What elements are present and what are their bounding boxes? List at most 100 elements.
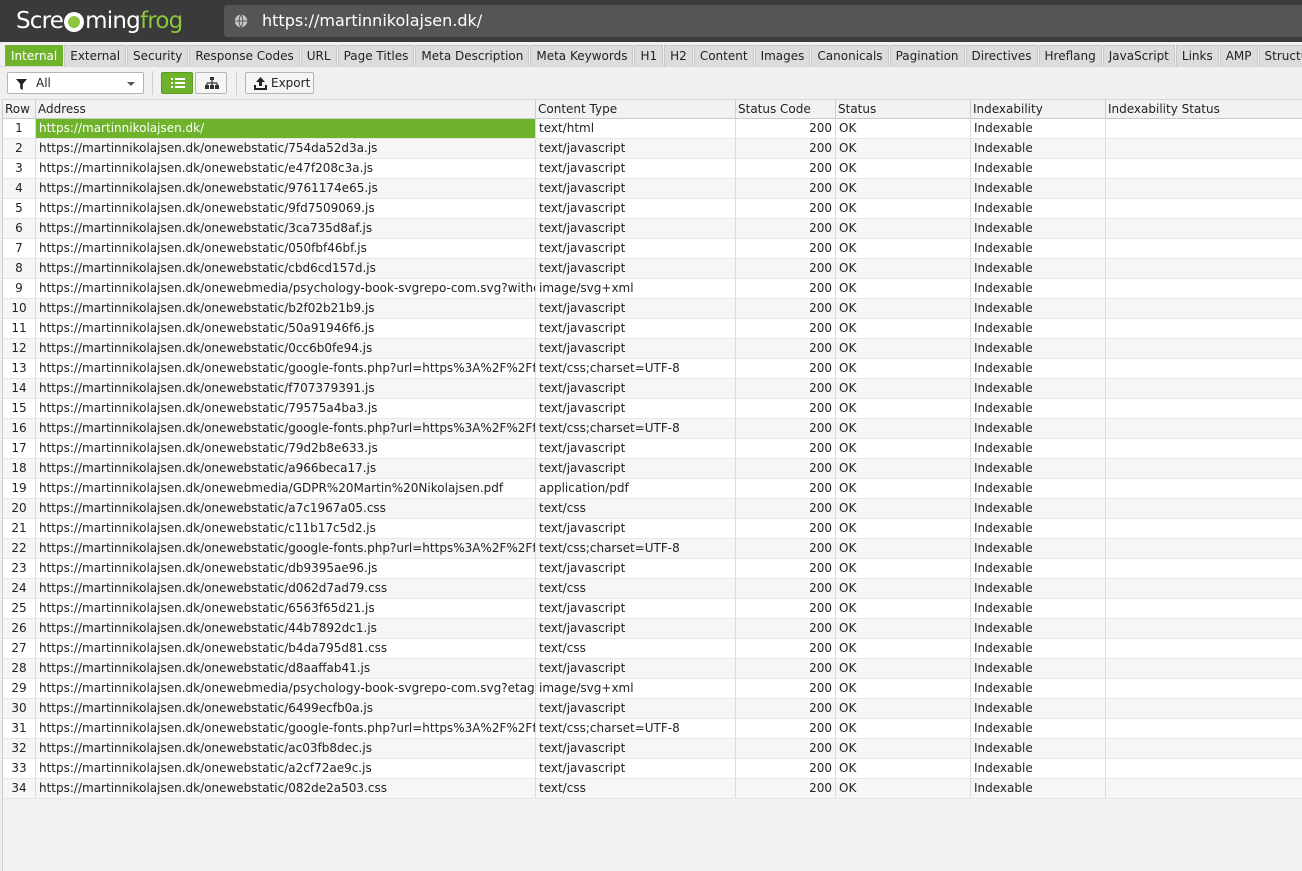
table-row[interactable]: 28 https://martinnikolajsen.dk/onewebstat… bbox=[3, 659, 1302, 679]
table-row[interactable]: 4 https://martinnikolajsen.dk/onewebstati… bbox=[3, 179, 1302, 199]
tab-hreflang[interactable]: Hreflang bbox=[1038, 45, 1102, 66]
table-row[interactable]: 16 https://martinnikolajsen.dk/onewebstat… bbox=[3, 419, 1302, 439]
table-row[interactable]: 26 https://martinnikolajsen.dk/onewebstat… bbox=[3, 619, 1302, 639]
table-row[interactable]: 1 https://martinnikolajsen.dk/text/html 20… bbox=[3, 119, 1302, 139]
address-cell[interactable]: https://martinnikolajsen.dk/onewebstatic… bbox=[36, 219, 536, 238]
address-cell[interactable]: https://martinnikolajsen.dk/onewebstatic… bbox=[36, 699, 536, 718]
address-cell[interactable]: https://martinnikolajsen.dk/onewebstatic… bbox=[36, 659, 536, 678]
tab-response-codes[interactable]: Response Codes bbox=[189, 45, 300, 66]
table-row[interactable]: 34 https://martinnikolajsen.dk/onewebstat… bbox=[3, 779, 1302, 799]
table-row[interactable]: 33 https://martinnikolajsen.dk/onewebstat… bbox=[3, 759, 1302, 779]
table-row[interactable]: 15 https://martinnikolajsen.dk/onewebstat… bbox=[3, 399, 1302, 419]
table-row[interactable]: 17 https://martinnikolajsen.dk/onewebstat… bbox=[3, 439, 1302, 459]
export-button[interactable]: Export bbox=[245, 72, 314, 94]
tab-directives[interactable]: Directives bbox=[965, 45, 1038, 66]
address-cell[interactable]: https://martinnikolajsen.dk/onewebstatic… bbox=[36, 459, 536, 478]
tab-links[interactable]: Links bbox=[1175, 45, 1219, 66]
tab-external[interactable]: External bbox=[64, 45, 127, 66]
address-cell[interactable]: https://martinnikolajsen.dk/onewebstatic… bbox=[36, 139, 536, 158]
address-cell[interactable]: https://martinnikolajsen.dk/onewebstatic… bbox=[36, 559, 536, 578]
tab-meta-keywords[interactable]: Meta Keywords bbox=[530, 45, 634, 66]
column-header-status-code[interactable]: Status Code bbox=[736, 100, 836, 119]
table-row[interactable]: 2 https://martinnikolajsen.dk/onewebstati… bbox=[3, 139, 1302, 159]
table-row[interactable]: 11 https://martinnikolajsen.dk/onewebstat… bbox=[3, 319, 1302, 339]
table-row[interactable]: 13 https://martinnikolajsen.dk/onewebstat… bbox=[3, 359, 1302, 379]
column-header-status[interactable]: Status bbox=[836, 100, 971, 119]
table-row[interactable]: 9 https://martinnikolajsen.dk/onewebmedia… bbox=[3, 279, 1302, 299]
address-cell[interactable]: https://martinnikolajsen.dk/onewebstatic… bbox=[36, 379, 536, 398]
address-cell[interactable]: https://martinnikolajsen.dk/onewebstatic… bbox=[36, 179, 536, 198]
tab-h2[interactable]: H2 bbox=[664, 45, 693, 66]
tab-pagination[interactable]: Pagination bbox=[889, 45, 965, 66]
table-row[interactable]: 8 https://martinnikolajsen.dk/onewebstati… bbox=[3, 259, 1302, 279]
address-cell[interactable]: https://martinnikolajsen.dk/onewebstatic… bbox=[36, 739, 536, 758]
address-cell[interactable]: https://martinnikolajsen.dk/onewebstatic… bbox=[36, 319, 536, 338]
url-bar[interactable]: https://martinnikolajsen.dk/ bbox=[224, 5, 1302, 37]
table-row[interactable]: 23 https://martinnikolajsen.dk/onewebstat… bbox=[3, 559, 1302, 579]
column-header-row[interactable]: Row bbox=[3, 100, 36, 119]
address-cell[interactable]: https://martinnikolajsen.dk/onewebstatic… bbox=[36, 599, 536, 618]
address-cell[interactable]: https://martinnikolajsen.dk/onewebmedia/… bbox=[36, 279, 536, 298]
address-cell[interactable]: https://martinnikolajsen.dk/onewebstatic… bbox=[36, 239, 536, 258]
address-cell[interactable]: https://martinnikolajsen.dk/onewebstatic… bbox=[36, 339, 536, 358]
table-row[interactable]: 10 https://martinnikolajsen.dk/onewebstat… bbox=[3, 299, 1302, 319]
table-row[interactable]: 25 https://martinnikolajsen.dk/onewebstat… bbox=[3, 599, 1302, 619]
table-row[interactable]: 27 https://martinnikolajsen.dk/onewebstat… bbox=[3, 639, 1302, 659]
tree-view-button[interactable] bbox=[195, 72, 227, 94]
table-row[interactable]: 24 https://martinnikolajsen.dk/onewebstat… bbox=[3, 579, 1302, 599]
table-row[interactable]: 21 https://martinnikolajsen.dk/onewebstat… bbox=[3, 519, 1302, 539]
table-row[interactable]: 14 https://martinnikolajsen.dk/onewebstat… bbox=[3, 379, 1302, 399]
filter-dropdown[interactable]: All bbox=[7, 72, 144, 94]
table-row[interactable]: 31 https://martinnikolajsen.dk/onewebstat… bbox=[3, 719, 1302, 739]
address-cell[interactable]: https://martinnikolajsen.dk/onewebstatic… bbox=[36, 719, 536, 738]
address-cell[interactable]: https://martinnikolajsen.dk/onewebstatic… bbox=[36, 759, 536, 778]
table-row[interactable]: 30 https://martinnikolajsen.dk/onewebstat… bbox=[3, 699, 1302, 719]
url-text[interactable]: https://martinnikolajsen.dk/ bbox=[262, 11, 482, 30]
table-row[interactable]: 22 https://martinnikolajsen.dk/onewebstat… bbox=[3, 539, 1302, 559]
address-cell[interactable]: https://martinnikolajsen.dk/onewebstatic… bbox=[36, 359, 536, 378]
address-cell[interactable]: https://martinnikolajsen.dk/onewebstatic… bbox=[36, 519, 536, 538]
tab-canonicals[interactable]: Canonicals bbox=[811, 45, 889, 66]
address-cell[interactable]: https://martinnikolajsen.dk/onewebstatic… bbox=[36, 419, 536, 438]
address-cell[interactable]: https://martinnikolajsen.dk/onewebstatic… bbox=[36, 399, 536, 418]
table-row[interactable]: 12 https://martinnikolajsen.dk/onewebstat… bbox=[3, 339, 1302, 359]
tab-content[interactable]: Content bbox=[693, 45, 754, 66]
tab-javascript[interactable]: JavaScript bbox=[1102, 45, 1175, 66]
address-cell[interactable]: https://martinnikolajsen.dk/onewebstatic… bbox=[36, 499, 536, 518]
tab-url[interactable]: URL bbox=[300, 45, 337, 66]
column-header-indexability-status[interactable]: Indexability Status bbox=[1106, 100, 1302, 119]
table-row[interactable]: 6 https://martinnikolajsen.dk/onewebstati… bbox=[3, 219, 1302, 239]
table-row[interactable]: 18 https://martinnikolajsen.dk/onewebstat… bbox=[3, 459, 1302, 479]
table-row[interactable]: 3 https://martinnikolajsen.dk/onewebstati… bbox=[3, 159, 1302, 179]
column-header-indexability[interactable]: Indexability bbox=[971, 100, 1106, 119]
tab-security[interactable]: Security bbox=[127, 45, 189, 66]
tab-page-titles[interactable]: Page Titles bbox=[337, 45, 415, 66]
address-cell[interactable]: https://martinnikolajsen.dk/onewebstatic… bbox=[36, 639, 536, 658]
table-row[interactable]: 20 https://martinnikolajsen.dk/onewebstat… bbox=[3, 499, 1302, 519]
address-cell[interactable]: https://martinnikolajsen.dk/onewebstatic… bbox=[36, 439, 536, 458]
address-cell[interactable]: https://martinnikolajsen.dk/onewebstatic… bbox=[36, 579, 536, 598]
tab-h1[interactable]: H1 bbox=[634, 45, 664, 66]
address-cell[interactable]: https://martinnikolajsen.dk/onewebmedia/… bbox=[36, 479, 536, 498]
address-cell[interactable]: https://martinnikolajsen.dk/onewebstatic… bbox=[36, 779, 536, 798]
address-cell[interactable]: https://martinnikolajsen.dk/onewebstatic… bbox=[36, 159, 536, 178]
address-cell[interactable]: https://martinnikolajsen.dk/onewebstatic… bbox=[36, 259, 536, 278]
table-row[interactable]: 19 https://martinnikolajsen.dk/onewebmedi… bbox=[3, 479, 1302, 499]
table-row[interactable]: 29 https://martinnikolajsen.dk/onewebmedi… bbox=[3, 679, 1302, 699]
address-cell[interactable]: https://martinnikolajsen.dk/onewebmedia/… bbox=[36, 679, 536, 698]
tab-structured-data[interactable]: Structured Data bbox=[1258, 45, 1302, 66]
table-row[interactable]: 5 https://martinnikolajsen.dk/onewebstati… bbox=[3, 199, 1302, 219]
tab-internal[interactable]: Internal bbox=[5, 45, 64, 66]
address-cell[interactable]: https://martinnikolajsen.dk/onewebstatic… bbox=[36, 299, 536, 318]
list-view-button[interactable] bbox=[161, 72, 193, 94]
tab-images[interactable]: Images bbox=[754, 45, 811, 66]
address-cell[interactable]: https://martinnikolajsen.dk/onewebstatic… bbox=[36, 619, 536, 638]
table-row[interactable]: 7 https://martinnikolajsen.dk/onewebstati… bbox=[3, 239, 1302, 259]
column-header-content-type[interactable]: Content Type bbox=[536, 100, 736, 119]
column-header-address[interactable]: Address bbox=[36, 100, 536, 119]
address-cell[interactable]: https://martinnikolajsen.dk/onewebstatic… bbox=[36, 199, 536, 218]
table-row[interactable]: 32 https://martinnikolajsen.dk/onewebstat… bbox=[3, 739, 1302, 759]
address-cell[interactable]: https://martinnikolajsen.dk/onewebstatic… bbox=[36, 539, 536, 558]
tab-meta-description[interactable]: Meta Description bbox=[415, 45, 530, 66]
tab-amp[interactable]: AMP bbox=[1219, 45, 1258, 66]
